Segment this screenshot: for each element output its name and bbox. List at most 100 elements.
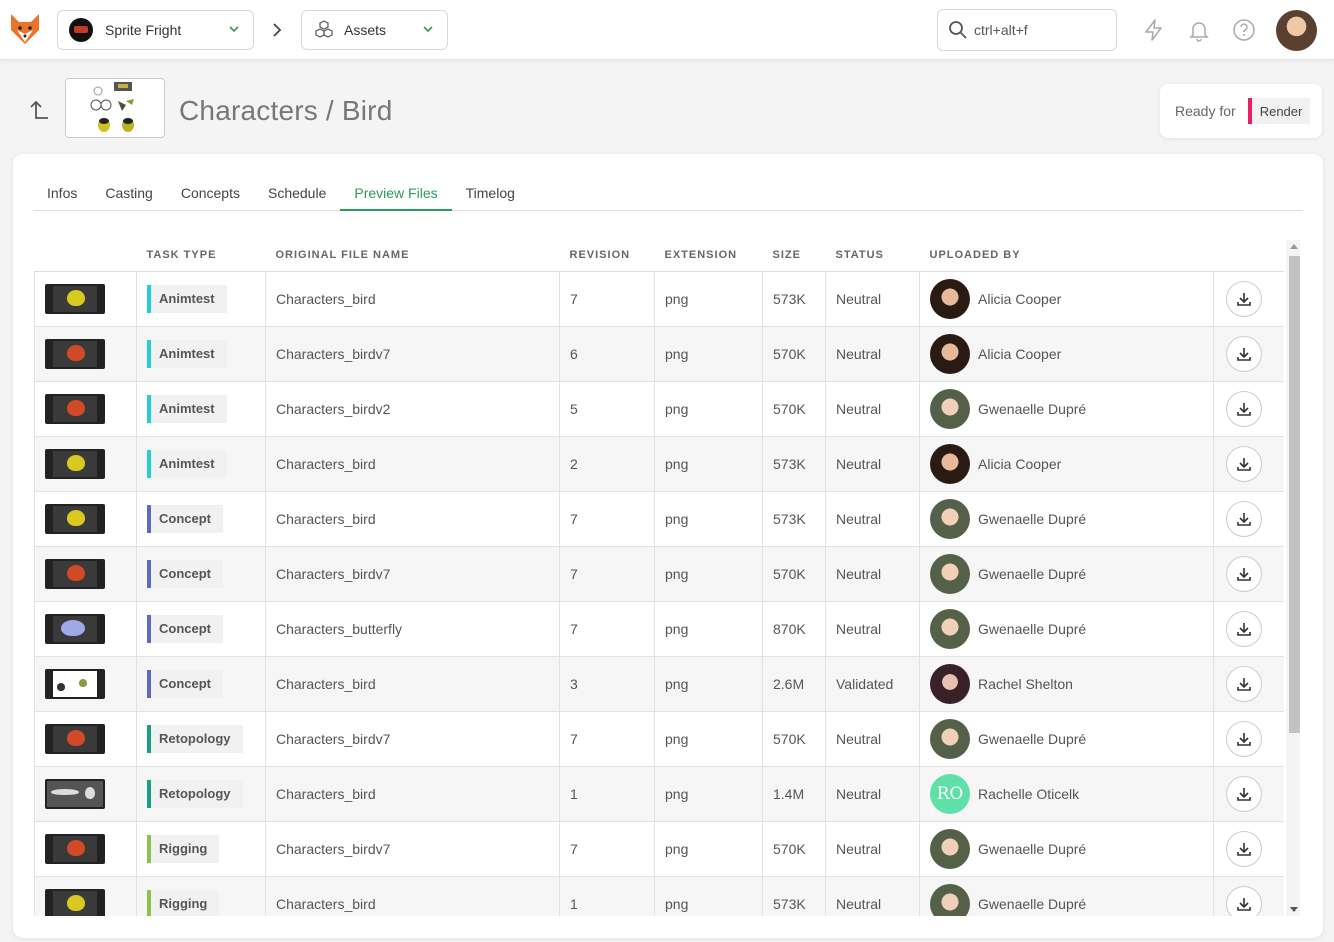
preview-thumbnail[interactable]	[45, 613, 105, 644]
fox-logo-icon[interactable]	[9, 12, 41, 46]
table-row[interactable]: Animtest Characters_bird 2 png 573K Neutral Al…	[34, 435, 1284, 492]
tab-infos[interactable]: Infos	[33, 183, 91, 211]
col-revision-header[interactable]: REVISION	[559, 240, 655, 272]
lightning-icon[interactable]	[1142, 18, 1166, 42]
file-name-cell: Characters_bird	[265, 490, 560, 547]
download-icon	[1237, 787, 1251, 801]
back-arrow-icon[interactable]	[28, 98, 50, 122]
preview-thumbnail[interactable]	[45, 668, 105, 699]
scroll-down-arrow-icon[interactable]	[1290, 907, 1298, 912]
uploader-avatar	[930, 333, 970, 374]
chevron-down-icon	[229, 26, 239, 33]
col-uploaded-by-header[interactable]: UPLOADED BY	[919, 240, 1214, 272]
scrollbar-thumb[interactable]	[1289, 256, 1300, 733]
preview-thumbnail[interactable]	[45, 393, 105, 424]
download-button[interactable]	[1226, 555, 1262, 592]
table-row[interactable]: Rigging Characters_birdv7 7 png 570K Neutral G…	[34, 820, 1284, 877]
uploaded-by-cell: Alicia Cooper	[919, 435, 1214, 492]
download-icon	[1237, 842, 1251, 856]
preview-thumbnail[interactable]	[45, 558, 105, 589]
download-icon	[1237, 292, 1251, 306]
task-type-tag[interactable]: Animtest	[147, 284, 227, 313]
bell-icon[interactable]	[1187, 18, 1211, 42]
col-status-header[interactable]: STATUS	[825, 240, 920, 272]
size-cell: 573K	[762, 435, 826, 492]
user-avatar[interactable]	[1276, 10, 1317, 51]
tab-schedule[interactable]: Schedule	[254, 183, 340, 211]
table-row[interactable]: Animtest Characters_birdv7 6 png 570K Neutral…	[34, 325, 1284, 382]
preview-thumbnail[interactable]	[45, 778, 105, 809]
download-button[interactable]	[1226, 280, 1262, 317]
status-cell: Neutral	[825, 545, 920, 602]
table-row[interactable]: Concept Characters_bird 3 png 2.6M Validated R…	[34, 655, 1284, 712]
col-task-type-header[interactable]: TASK TYPE	[136, 240, 266, 272]
table-row[interactable]: Retopology Characters_birdv7 7 png 570K Neutr…	[34, 710, 1284, 767]
preview-thumbnail[interactable]	[45, 283, 105, 314]
preview-thumbnail[interactable]	[45, 833, 105, 864]
file-name-cell: Characters_bird	[265, 270, 560, 327]
task-type-cell: Animtest	[136, 380, 266, 437]
preview-thumbnail[interactable]	[45, 448, 105, 479]
task-type-tag[interactable]: Rigging	[147, 889, 220, 916]
task-type-cell: Animtest	[136, 325, 266, 382]
uploader-avatar: RO	[930, 773, 970, 814]
download-button[interactable]	[1226, 775, 1262, 812]
task-type-tag[interactable]: Concept	[147, 559, 223, 588]
preview-thumbnail[interactable]	[45, 338, 105, 369]
task-type-tag[interactable]: Animtest	[147, 394, 227, 423]
task-type-tag[interactable]: Concept	[147, 614, 223, 643]
ready-for-status-tag[interactable]: Render	[1247, 98, 1311, 124]
preview-thumbnail[interactable]	[45, 503, 105, 534]
download-button[interactable]	[1226, 665, 1262, 702]
task-type-cell: Concept	[136, 545, 266, 602]
extension-cell: png	[654, 600, 763, 657]
table-row[interactable]: Animtest Characters_bird 7 png 573K Neutral Al…	[34, 270, 1284, 327]
production-selector[interactable]: Sprite Fright	[57, 10, 254, 50]
search-box[interactable]	[937, 9, 1117, 51]
table-row[interactable]: Concept Characters_butterfly 7 png 870K Neutr…	[34, 600, 1284, 657]
download-button[interactable]	[1226, 720, 1262, 757]
task-type-tag[interactable]: Animtest	[147, 449, 227, 478]
download-button[interactable]	[1226, 335, 1262, 372]
table-row[interactable]: Concept Characters_birdv7 7 png 570K Neutral G…	[34, 545, 1284, 602]
preview-thumbnail[interactable]	[45, 888, 105, 916]
table-row[interactable]: Concept Characters_bird 7 png 573K Neutral Gwe…	[34, 490, 1284, 547]
download-icon	[1237, 567, 1251, 581]
col-size-header[interactable]: SIZE	[762, 240, 826, 272]
download-button[interactable]	[1226, 885, 1262, 916]
preview-thumbnail[interactable]	[45, 723, 105, 754]
table-header-row: TASK TYPE ORIGINAL FILE NAME REVISION EX…	[34, 240, 1284, 272]
uploaded-by-cell: Rachel Shelton	[919, 655, 1214, 712]
task-type-tag[interactable]: Retopology	[147, 724, 243, 753]
uploader-name: Gwenaelle Dupré	[978, 895, 1087, 912]
download-button[interactable]	[1226, 830, 1262, 867]
col-thumbnail-header	[34, 240, 137, 272]
download-button[interactable]	[1226, 445, 1262, 482]
task-type-tag[interactable]: Concept	[147, 669, 223, 698]
tab-concepts[interactable]: Concepts	[167, 183, 254, 211]
scroll-up-arrow-icon[interactable]	[1290, 244, 1298, 249]
task-type-tag[interactable]: Rigging	[147, 834, 220, 863]
col-extension-header[interactable]: EXTENSION	[654, 240, 763, 272]
revision-cell: 2	[559, 435, 655, 492]
table-row[interactable]: Rigging Characters_bird 1 png 573K Neutral Gwe…	[34, 875, 1284, 916]
download-button[interactable]	[1226, 500, 1262, 537]
file-name-cell: Characters_butterfly	[265, 600, 560, 657]
tab-timelog[interactable]: Timelog	[452, 183, 529, 211]
task-type-tag[interactable]: Retopology	[147, 779, 243, 808]
download-button[interactable]	[1226, 390, 1262, 427]
search-input[interactable]	[974, 22, 1104, 38]
uploader-name: Gwenaelle Dupré	[978, 565, 1087, 582]
task-type-tag[interactable]: Concept	[147, 504, 223, 533]
revision-cell: 1	[559, 765, 655, 822]
col-file-name-header[interactable]: ORIGINAL FILE NAME	[265, 240, 560, 272]
section-selector[interactable]: Assets	[301, 10, 448, 50]
help-icon[interactable]	[1232, 18, 1256, 42]
task-type-tag[interactable]: Animtest	[147, 339, 227, 368]
tab-casting[interactable]: Casting	[91, 183, 166, 211]
table-row[interactable]: Animtest Characters_birdv2 5 png 570K Neutral…	[34, 380, 1284, 437]
table-scrollbar[interactable]	[1286, 240, 1300, 916]
download-button[interactable]	[1226, 610, 1262, 647]
table-row[interactable]: Retopology Characters_bird 1 png 1.4M Neutral…	[34, 765, 1284, 822]
tab-preview-files[interactable]: Preview Files	[340, 183, 452, 211]
